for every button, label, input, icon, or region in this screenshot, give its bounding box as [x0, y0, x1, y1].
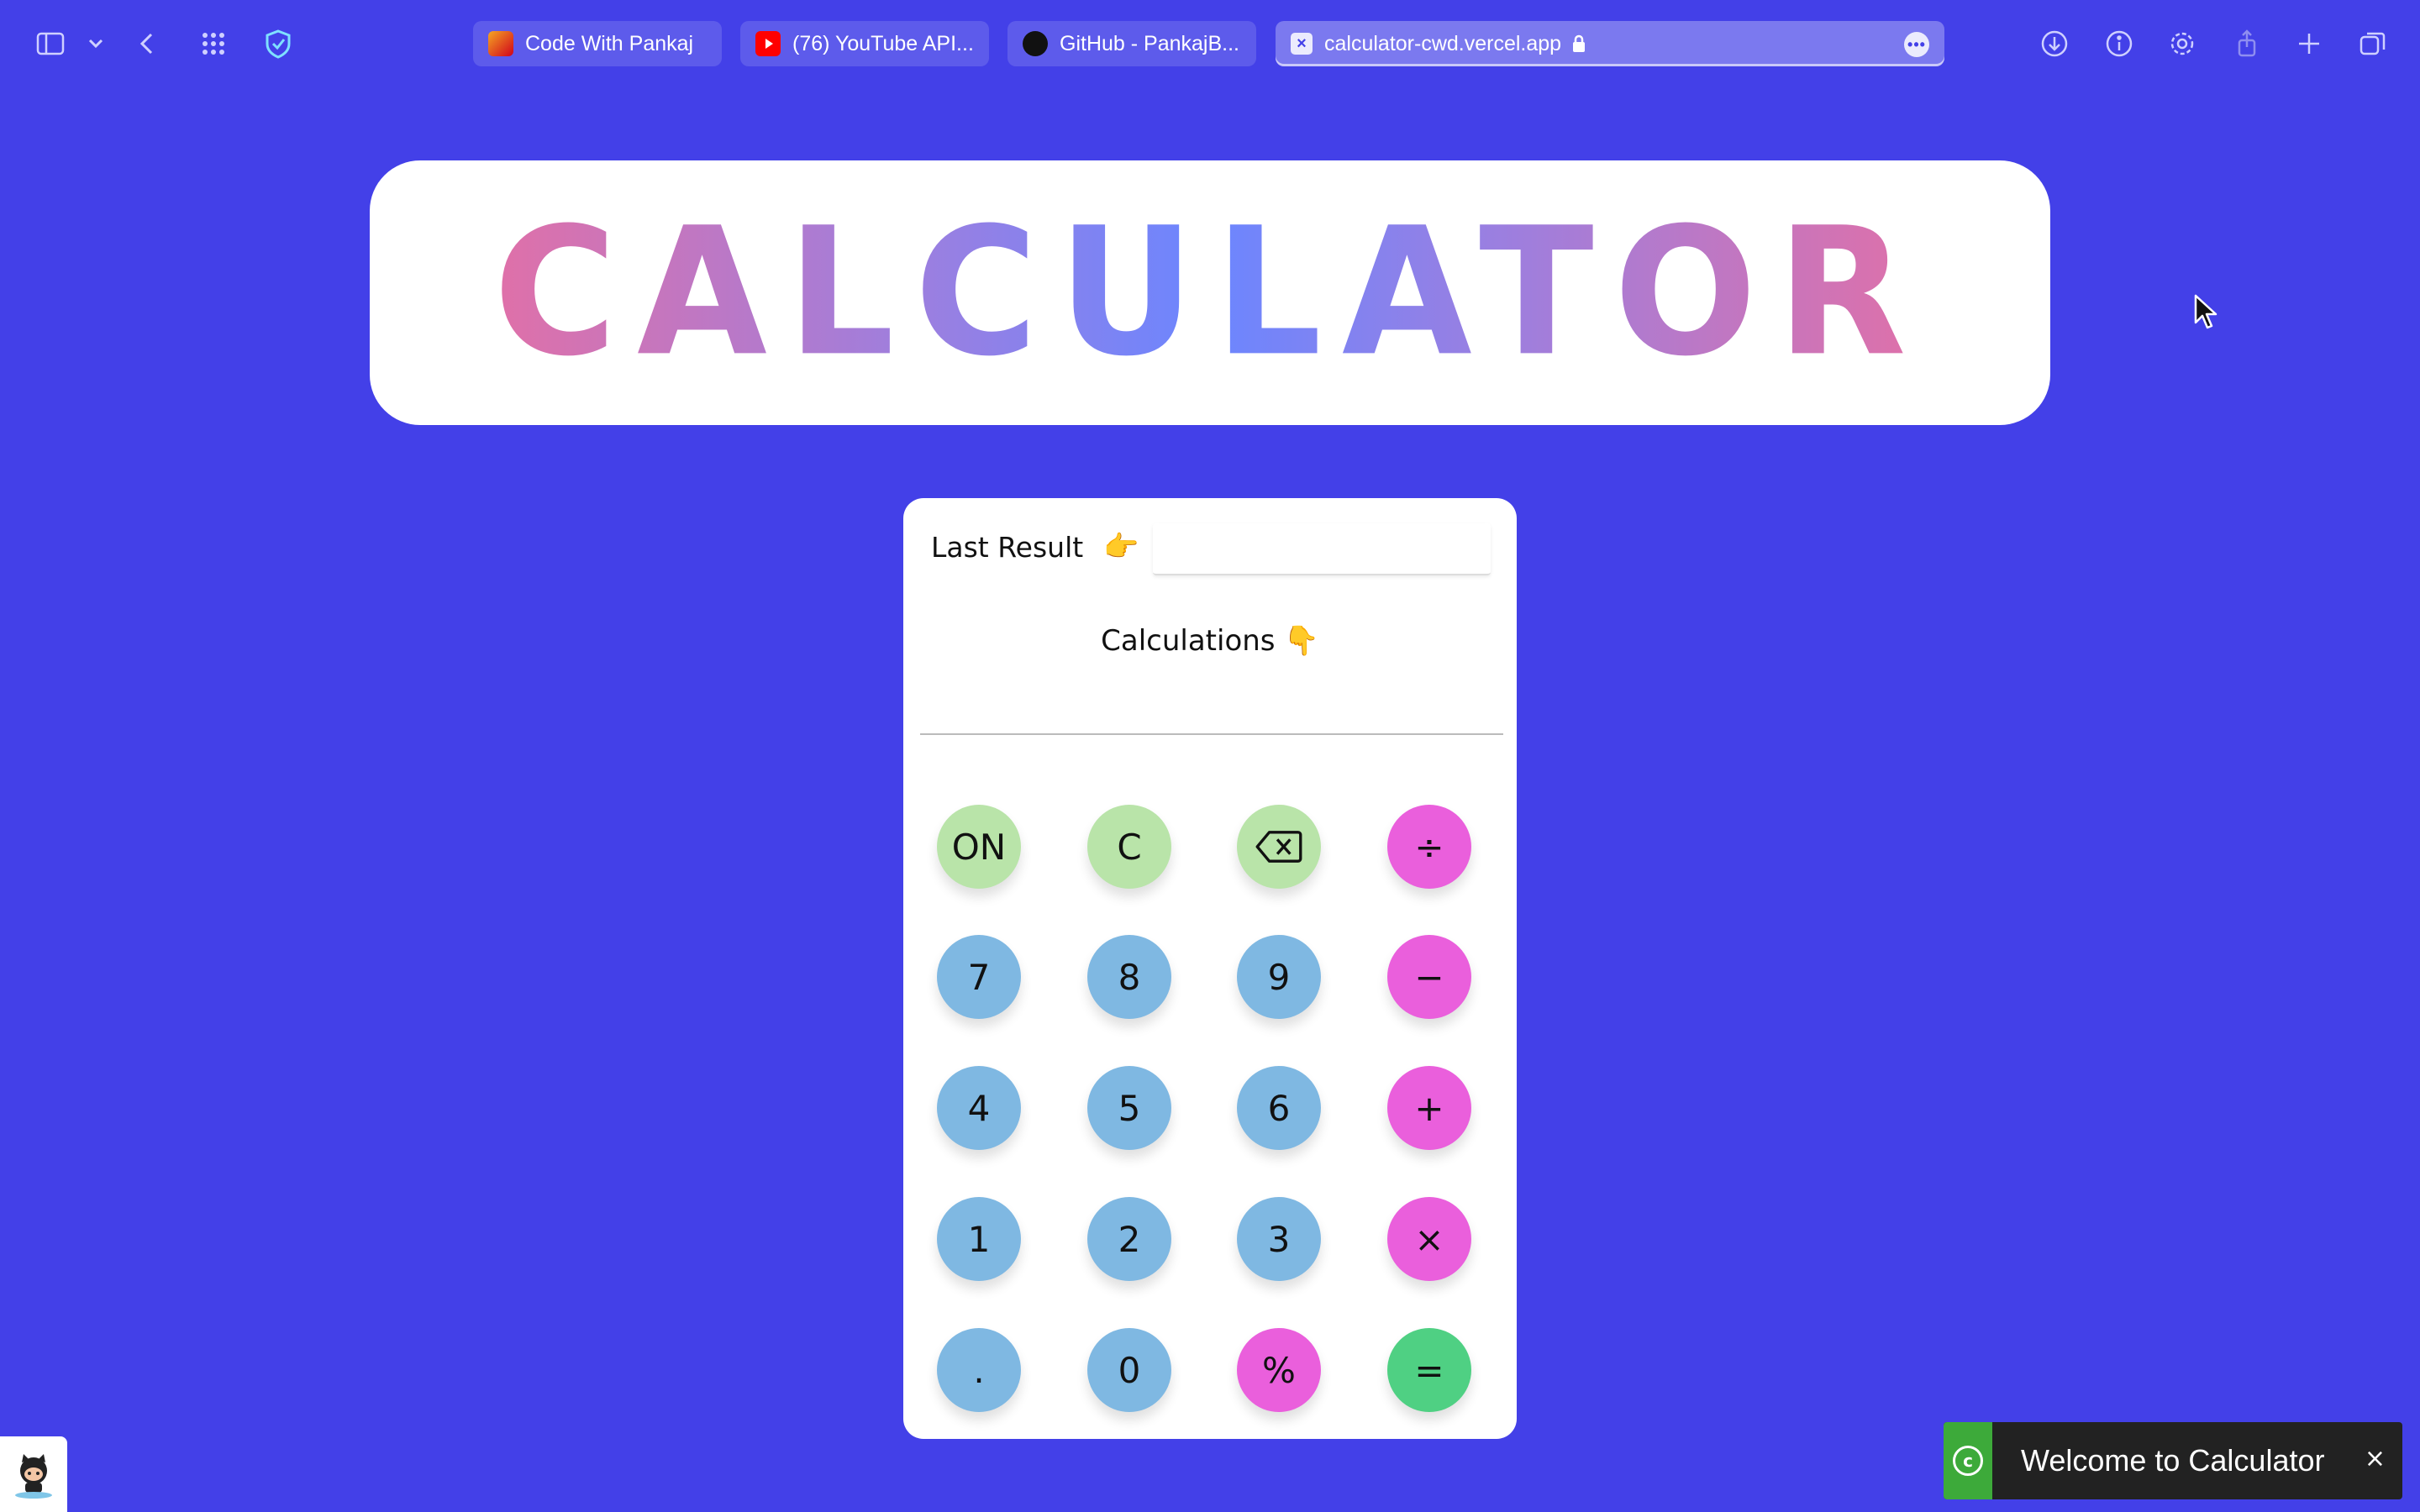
back-icon[interactable]: [124, 20, 171, 67]
calculation-display[interactable]: [920, 688, 1503, 735]
github-icon: [1023, 31, 1048, 56]
equals-button[interactable]: =: [1387, 1328, 1471, 1412]
digit-6-button[interactable]: 6: [1237, 1066, 1321, 1150]
toast-status-strip: c: [1944, 1422, 1992, 1499]
chevron-down-icon[interactable]: [72, 20, 119, 67]
header-card: CALCULATOR: [370, 160, 2050, 425]
digit-2-button[interactable]: 2: [1087, 1197, 1171, 1281]
digit-3-button[interactable]: 3: [1237, 1197, 1321, 1281]
welcome-toast: c Welcome to Calculator ×: [1944, 1422, 2402, 1499]
clear-button[interactable]: C: [1087, 805, 1171, 889]
address-bar-url[interactable]: calculator-cwd.vercel.app: [1324, 32, 1561, 56]
tab-code-with-pankaj[interactable]: Code With Pankaj: [473, 21, 722, 66]
shield-icon[interactable]: [255, 20, 302, 67]
digit-8-button[interactable]: 8: [1087, 935, 1171, 1019]
digit-4-button[interactable]: 4: [937, 1066, 1021, 1150]
add-button[interactable]: +: [1387, 1066, 1471, 1150]
last-result-field[interactable]: [1153, 523, 1491, 575]
tab-github[interactable]: GitHub - PankajB...: [1007, 21, 1256, 66]
cwp-favicon-icon: [488, 31, 513, 56]
toast-message: Welcome to Calculator: [2021, 1443, 2325, 1478]
on-button[interactable]: ON: [937, 805, 1021, 889]
tab-youtube[interactable]: (76) YouTube API...: [740, 21, 989, 66]
subtract-button[interactable]: −: [1387, 935, 1471, 1019]
digit-1-button[interactable]: 1: [937, 1197, 1021, 1281]
page-title: CALCULATOR: [493, 189, 1927, 396]
share-icon[interactable]: [2223, 20, 2270, 67]
github-corner-link[interactable]: [0, 1436, 67, 1512]
multiply-button[interactable]: ×: [1387, 1197, 1471, 1281]
tab-title: Code With Pankaj: [525, 31, 694, 55]
digit-7-button[interactable]: 7: [937, 935, 1021, 1019]
decimal-button[interactable]: .: [937, 1328, 1021, 1412]
more-options-icon[interactable]: •••: [1904, 32, 1929, 57]
copyright-c-icon: c: [1953, 1446, 1983, 1476]
tab-overview-icon[interactable]: [2349, 20, 2396, 67]
pointing-down-icon: 👇: [1283, 624, 1319, 658]
sidebar-toggle-icon[interactable]: [27, 20, 74, 67]
lock-icon: [1573, 34, 1586, 52]
browser-toolbar: Code With Pankaj (76) YouTube API... Git…: [0, 0, 2420, 87]
toast-close-button[interactable]: ×: [2365, 1444, 2386, 1473]
calculations-label: Calculations: [1101, 624, 1276, 658]
digit-9-button[interactable]: 9: [1237, 935, 1321, 1019]
tab-calculator[interactable]: × calculator-cwd.vercel.app •••: [1276, 21, 1944, 66]
divide-button[interactable]: ÷: [1387, 805, 1471, 889]
youtube-icon: [755, 31, 781, 56]
calculator-card: Last Result 👉 Calculations 👇 ON C ÷ 7 8 9…: [903, 498, 1517, 1439]
percent-button[interactable]: %: [1237, 1328, 1321, 1412]
last-result-label: Last Result: [931, 530, 1084, 564]
download-icon[interactable]: [2031, 20, 2078, 67]
gear-icon[interactable]: [2159, 20, 2206, 67]
backspace-icon: [1255, 831, 1302, 863]
tab-title: GitHub - PankajB...: [1060, 31, 1239, 55]
new-tab-icon[interactable]: [2286, 20, 2333, 67]
digit-5-button[interactable]: 5: [1087, 1066, 1171, 1150]
tab-title: (76) YouTube API...: [792, 31, 974, 55]
digit-0-button[interactable]: 0: [1087, 1328, 1171, 1412]
pointing-right-icon: 👉: [1103, 530, 1139, 564]
close-tab-icon[interactable]: ×: [1291, 33, 1313, 55]
github-octocat-icon: [15, 1454, 52, 1499]
info-icon[interactable]: [2096, 20, 2143, 67]
last-result-row: Last Result 👉: [931, 530, 1139, 564]
grid-icon[interactable]: [190, 20, 237, 67]
calculations-heading: Calculations 👇: [903, 624, 1517, 658]
mouse-cursor-icon: [2194, 294, 2217, 329]
backspace-button[interactable]: [1237, 805, 1321, 889]
